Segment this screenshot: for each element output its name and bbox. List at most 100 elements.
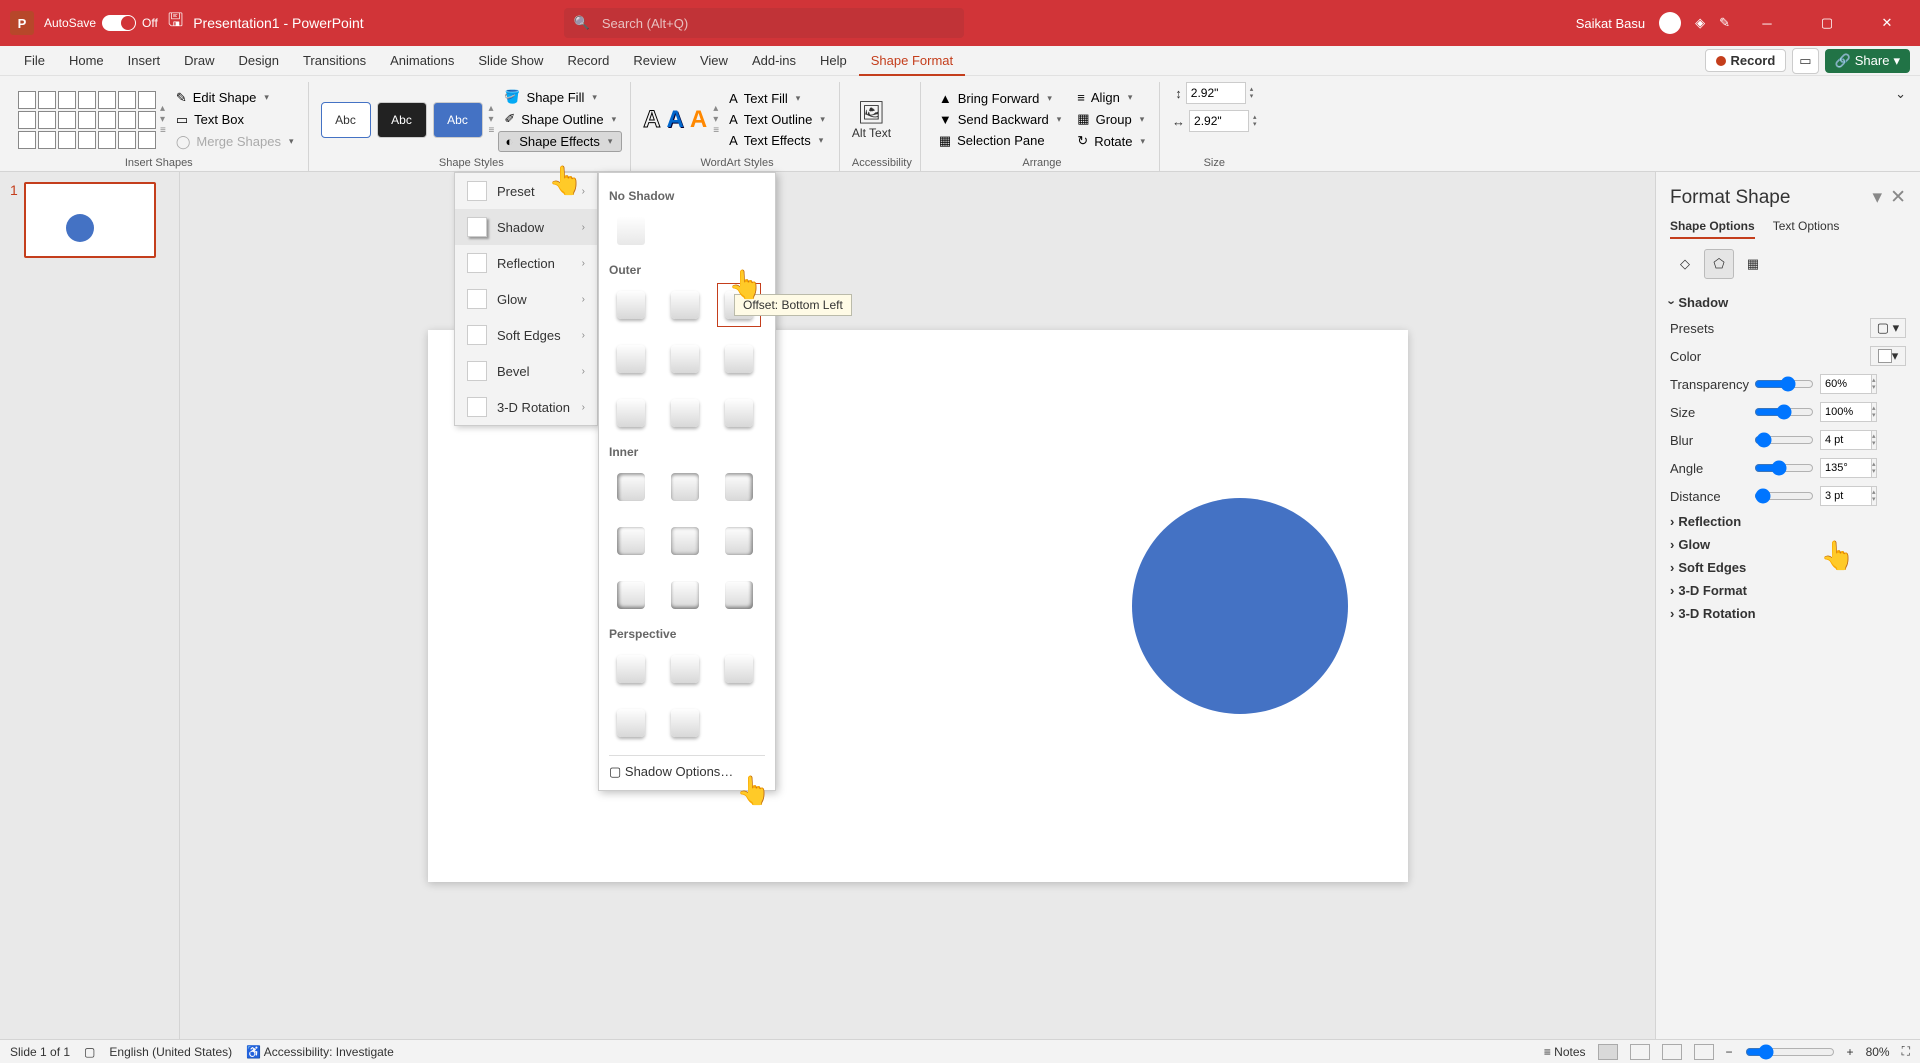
shadow-inner-7[interactable]	[609, 573, 653, 617]
shadow-outer-9[interactable]	[717, 391, 761, 435]
shape-circle[interactable]	[1132, 498, 1348, 714]
bring-forward-button[interactable]: ▲ Bring Forward ▾	[933, 89, 1067, 108]
shadow-outer-1[interactable]	[609, 283, 653, 327]
shadow-options-link[interactable]: ▢ Shadow Options…	[609, 755, 765, 780]
sorter-view-button[interactable]	[1630, 1044, 1650, 1060]
tab-help[interactable]: Help	[808, 46, 859, 76]
angle-slider[interactable]	[1754, 460, 1814, 476]
bell-icon[interactable]: ✎	[1719, 15, 1730, 31]
style-swatch-1[interactable]: Abc	[321, 102, 371, 138]
rotate-button[interactable]: ↻ Rotate▾	[1071, 131, 1151, 151]
shadow-inner-6[interactable]	[717, 519, 761, 563]
size-props-icon[interactable]: ▦	[1738, 249, 1768, 279]
shadow-outer-8[interactable]	[663, 391, 707, 435]
search-box[interactable]: 🔍 Search (Alt+Q)	[564, 8, 964, 38]
diamond-icon[interactable]: ◈	[1695, 15, 1705, 31]
shadow-outer-5[interactable]	[663, 337, 707, 381]
distance-value[interactable]	[1820, 486, 1872, 506]
style-swatch-3[interactable]: Abc	[433, 102, 483, 138]
shapes-gallery[interactable]	[18, 91, 156, 149]
tab-slideshow[interactable]: Slide Show	[466, 46, 555, 76]
selection-pane-button[interactable]: ▦ Selection Pane	[933, 131, 1067, 151]
shadow-outer-2[interactable]	[663, 283, 707, 327]
fx-soft-edges[interactable]: Soft Edges›	[455, 317, 597, 353]
shadow-inner-3[interactable]	[717, 465, 761, 509]
fx-preset[interactable]: Preset›	[455, 173, 597, 209]
angle-value[interactable]	[1820, 458, 1872, 478]
transparency-spinner[interactable]: ▴▾	[1872, 374, 1877, 394]
tab-addins[interactable]: Add-ins	[740, 46, 808, 76]
soft-edges-section[interactable]: Soft Edges	[1670, 560, 1906, 575]
tab-view[interactable]: View	[688, 46, 740, 76]
wordart-style-3[interactable]: A	[690, 106, 707, 134]
accessibility-indicator[interactable]: ♿ Accessibility: Investigate	[246, 1045, 394, 1059]
width-input-row[interactable]: ↔ ▴▾	[1172, 110, 1257, 132]
collapse-ribbon-button[interactable]: ⌄	[1891, 82, 1910, 171]
width-input[interactable]	[1189, 110, 1249, 132]
shadow-size-spinner[interactable]: ▴▾	[1872, 402, 1877, 422]
shadow-inner-4[interactable]	[609, 519, 653, 563]
blur-slider[interactable]	[1754, 432, 1814, 448]
fx-glow[interactable]: Glow›	[455, 281, 597, 317]
spell-check-icon[interactable]: ▢	[84, 1045, 95, 1059]
fx-3d-rotation[interactable]: 3-D Rotation›	[455, 389, 597, 425]
style-swatch-2[interactable]: Abc	[377, 102, 427, 138]
distance-spinner[interactable]: ▴▾	[1872, 486, 1877, 506]
wordart-style-2[interactable]: A	[667, 106, 684, 134]
pane-options-icon[interactable]: ▾	[1873, 186, 1883, 209]
tab-record[interactable]: Record	[555, 46, 621, 76]
pane-close-icon[interactable]: ✕	[1890, 186, 1906, 209]
shadow-inner-2[interactable]	[663, 465, 707, 509]
language-indicator[interactable]: English (United States)	[109, 1045, 232, 1059]
maximize-button[interactable]: ▢	[1804, 0, 1850, 46]
fx-reflection[interactable]: Reflection›	[455, 245, 597, 281]
tab-animations[interactable]: Animations	[378, 46, 466, 76]
shadow-persp-4[interactable]	[609, 701, 653, 745]
zoom-out-button[interactable]: −	[1726, 1045, 1733, 1059]
presets-picker[interactable]: ▢ ▾	[1870, 318, 1906, 338]
tab-review[interactable]: Review	[621, 46, 688, 76]
fx-bevel[interactable]: Bevel›	[455, 353, 597, 389]
angle-spinner[interactable]: ▴▾	[1872, 458, 1877, 478]
shadow-outer-7[interactable]	[609, 391, 653, 435]
gallery-scroll[interactable]: ▴▾≡	[160, 103, 166, 136]
reflection-section[interactable]: Reflection	[1670, 514, 1906, 529]
shadow-inner-1[interactable]	[609, 465, 653, 509]
shape-fill-button[interactable]: 🪣 Shape Fill▾	[498, 87, 622, 107]
zoom-in-button[interactable]: +	[1847, 1045, 1854, 1059]
shadow-outer-4[interactable]	[609, 337, 653, 381]
height-input[interactable]	[1186, 82, 1246, 104]
transparency-value[interactable]	[1820, 374, 1872, 394]
shadow-persp-2[interactable]	[663, 647, 707, 691]
save-icon[interactable]: 🖫	[168, 8, 183, 38]
slide-thumbnail-1[interactable]	[24, 182, 156, 258]
shadow-section[interactable]: Shadow	[1670, 295, 1906, 310]
text-box-button[interactable]: ▭ Text Box	[170, 110, 300, 130]
text-effects-button[interactable]: A Text Effects▾	[723, 131, 831, 150]
effects-icon[interactable]: ⬠	[1704, 249, 1734, 279]
slide-canvas[interactable]: Preset› Shadow› Reflection› Glow› Soft E…	[180, 172, 1655, 1039]
transparency-slider[interactable]	[1754, 376, 1814, 392]
fill-line-icon[interactable]: ◇	[1670, 249, 1700, 279]
fx-shadow[interactable]: Shadow›	[455, 209, 597, 245]
shape-options-tab[interactable]: Shape Options	[1670, 219, 1755, 239]
edit-shape-button[interactable]: ✎ Edit Shape▾	[170, 88, 300, 108]
autosave-toggle[interactable]: AutoSave Off	[44, 15, 158, 31]
shadow-size-value[interactable]	[1820, 402, 1872, 422]
distance-slider[interactable]	[1754, 488, 1814, 504]
notes-toggle[interactable]: ≡ Notes	[1544, 1045, 1586, 1059]
text-fill-button[interactable]: A Text Fill▾	[723, 89, 831, 108]
normal-view-button[interactable]	[1598, 1044, 1618, 1060]
style-gallery-scroll[interactable]: ▴▾≡	[489, 103, 495, 136]
shadow-persp-5[interactable]	[663, 701, 707, 745]
shape-effects-button[interactable]: ◐ Shape Effects▾	[498, 131, 622, 152]
shadow-inner-9[interactable]	[717, 573, 761, 617]
zoom-slider[interactable]	[1745, 1044, 1835, 1060]
share-button[interactable]: 🔗 Share ▾	[1825, 49, 1910, 73]
tab-insert[interactable]: Insert	[116, 46, 173, 76]
tab-design[interactable]: Design	[227, 46, 291, 76]
shadow-inner-5[interactable]	[663, 519, 707, 563]
send-backward-button[interactable]: ▼ Send Backward ▾	[933, 110, 1067, 129]
shadow-size-slider[interactable]	[1754, 404, 1814, 420]
align-button[interactable]: ≡ Align▾	[1071, 88, 1151, 107]
